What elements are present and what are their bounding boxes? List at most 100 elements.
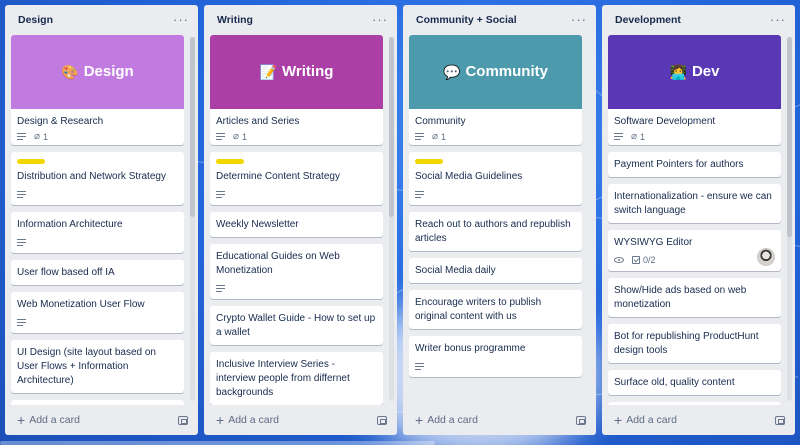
- description-icon: [17, 190, 26, 198]
- card-template-icon[interactable]: [775, 415, 785, 425]
- card[interactable]: Surface old, quality content: [608, 370, 781, 395]
- card-cover-image: 📝 Writing: [210, 35, 383, 109]
- cover-emoji-icon: 🎨: [61, 64, 79, 80]
- list-menu-icon[interactable]: ···: [173, 13, 189, 26]
- card-list: 🎨 Design Design & Research ⌀ 1 Distribution a…: [11, 35, 184, 405]
- card-template-icon[interactable]: [377, 415, 387, 425]
- card[interactable]: Distribution and Network Strategy: [11, 152, 184, 205]
- card-title: WYSIWYG Editor: [614, 237, 693, 248]
- list-writing: Writing ··· 📝 Writing Articles and Series ⌀ 1 D…: [204, 5, 397, 435]
- cover-card[interactable]: 🎨 Design Design & Research ⌀ 1: [11, 35, 184, 145]
- card-badges: ⌀ 1: [409, 130, 582, 145]
- card-label-yellow: [415, 159, 443, 164]
- description-icon: [415, 362, 424, 370]
- attachment-count: 1: [640, 131, 646, 142]
- scrollbar-thumb[interactable]: [190, 37, 195, 217]
- card-title: Distribution and Network Strategy: [17, 171, 166, 182]
- attachment-count: 1: [242, 131, 248, 142]
- list-footer: + Add a card: [403, 405, 596, 435]
- card[interactable]: Bot for republishing ProductHunt design …: [608, 324, 781, 363]
- member-avatar[interactable]: [757, 248, 775, 266]
- card[interactable]: Information Architecture: [11, 212, 184, 253]
- cover-text: Writing: [282, 63, 334, 80]
- list-menu-icon[interactable]: ···: [770, 13, 786, 26]
- card-template-icon[interactable]: [178, 415, 188, 425]
- card-title: Crypto Wallet Guide - How to set up a wa…: [216, 313, 376, 338]
- card[interactable]: Payment Pointers for authors: [608, 152, 781, 177]
- plus-icon: +: [17, 412, 26, 428]
- cover-card[interactable]: 💬 Community Community ⌀ 1: [409, 35, 582, 145]
- card[interactable]: Show/Hide ads based on web monetization: [608, 278, 781, 317]
- card[interactable]: Encourage writers to publish original co…: [409, 290, 582, 329]
- card-title: Determine Content Strategy: [216, 171, 340, 182]
- cover-text: Dev: [691, 63, 720, 80]
- cover-card[interactable]: 📝 Writing Articles and Series ⌀ 1: [210, 35, 383, 145]
- card-badges: [17, 316, 178, 328]
- list-title[interactable]: Community + Social: [416, 14, 517, 26]
- card-cover-image: 🎨 Design: [11, 35, 184, 109]
- paperclip-icon: ⌀: [432, 130, 439, 142]
- cover-emoji-icon: 📝: [259, 64, 278, 80]
- paperclip-icon: ⌀: [233, 130, 240, 142]
- card[interactable]: WYSIWYG Editor 0/2: [608, 230, 781, 271]
- card-badges: ⌀ 1: [11, 131, 184, 145]
- horizontal-scrollbar[interactable]: [0, 441, 435, 445]
- card-list: 📝 Writing Articles and Series ⌀ 1 Determine C…: [210, 35, 383, 405]
- checklist-icon: [632, 256, 640, 264]
- scrollbar-thumb[interactable]: [389, 37, 394, 217]
- scrollbar-thumb[interactable]: [787, 37, 792, 237]
- card[interactable]: Internationalization - ensure we can swi…: [608, 184, 781, 223]
- card[interactable]: Determine Content Strategy: [210, 152, 383, 205]
- card-title: Educational Guides on Web Monetization: [216, 251, 340, 276]
- card-title: Articles and Series: [216, 116, 300, 127]
- card-template-icon[interactable]: [576, 415, 586, 425]
- list-scrollbar[interactable]: [190, 37, 195, 401]
- card-title: Inclusive Interview Series - interview p…: [216, 359, 350, 398]
- list-header: Design ···: [5, 5, 198, 35]
- paperclip-icon: ⌀: [631, 130, 638, 142]
- description-icon: [415, 190, 424, 198]
- card[interactable]: Inclusive Interview Series - interview p…: [210, 352, 383, 405]
- list-footer: + Add a card: [204, 405, 397, 435]
- attachment-count: 1: [43, 131, 49, 142]
- card[interactable]: Crypto Wallet Guide - How to set up a wa…: [210, 306, 383, 345]
- card[interactable]: User flow based off IA: [11, 260, 184, 285]
- card[interactable]: Social Media daily: [409, 258, 582, 283]
- card[interactable]: Weekly Newsletter: [210, 212, 383, 237]
- card-badges: [216, 282, 377, 294]
- list-design: Design ··· 🎨 Design Design & Research ⌀ 1 Distr…: [5, 5, 198, 435]
- add-card-label: Add a card: [29, 414, 80, 426]
- add-card-button[interactable]: + Add a card: [415, 413, 478, 427]
- card-title: Show/Hide ads based on web monetization: [614, 285, 747, 310]
- card[interactable]: Educational Guides on Web Monetization: [210, 244, 383, 299]
- card[interactable]: UI Design (site layout based on User Flo…: [11, 340, 184, 393]
- card[interactable]: Writer bonus programme: [409, 336, 582, 377]
- list-footer: + Add a card: [602, 405, 795, 435]
- list-menu-icon[interactable]: ···: [571, 13, 587, 26]
- add-card-button[interactable]: + Add a card: [216, 413, 279, 427]
- description-icon: [216, 284, 225, 292]
- add-card-button[interactable]: + Add a card: [614, 413, 677, 427]
- cover-card[interactable]: 👩‍💻 Dev Software Development ⌀ 1: [608, 35, 781, 145]
- card-title: Social Media daily: [415, 265, 496, 276]
- cover-emoji-icon: 💬: [443, 64, 461, 80]
- card[interactable]: Social Media Guidelines: [409, 152, 582, 205]
- list-header: Writing ···: [204, 5, 397, 35]
- board: Design ··· 🎨 Design Design & Research ⌀ 1 Distr…: [0, 0, 800, 445]
- card[interactable]: Web Monetization User Flow: [11, 292, 184, 333]
- card-title: Web Monetization User Flow: [17, 299, 145, 310]
- description-icon: [17, 133, 26, 140]
- card-title: UI Design (site layout based on User Flo…: [17, 347, 156, 386]
- card-badges: [216, 188, 377, 200]
- add-card-button[interactable]: + Add a card: [17, 412, 80, 428]
- card-title: Internationalization - ensure we can swi…: [614, 191, 772, 216]
- list-scrollbar[interactable]: [787, 37, 792, 401]
- card[interactable]: Reach out to authors and republish artic…: [409, 212, 582, 251]
- list-title[interactable]: Development: [615, 14, 681, 26]
- list-title[interactable]: Design: [18, 14, 53, 26]
- add-card-label: Add a card: [626, 414, 677, 426]
- list-title[interactable]: Writing: [217, 14, 253, 26]
- list-scrollbar[interactable]: [389, 37, 394, 401]
- list-menu-icon[interactable]: ···: [372, 13, 388, 26]
- list-footer: + Add a card: [5, 405, 198, 435]
